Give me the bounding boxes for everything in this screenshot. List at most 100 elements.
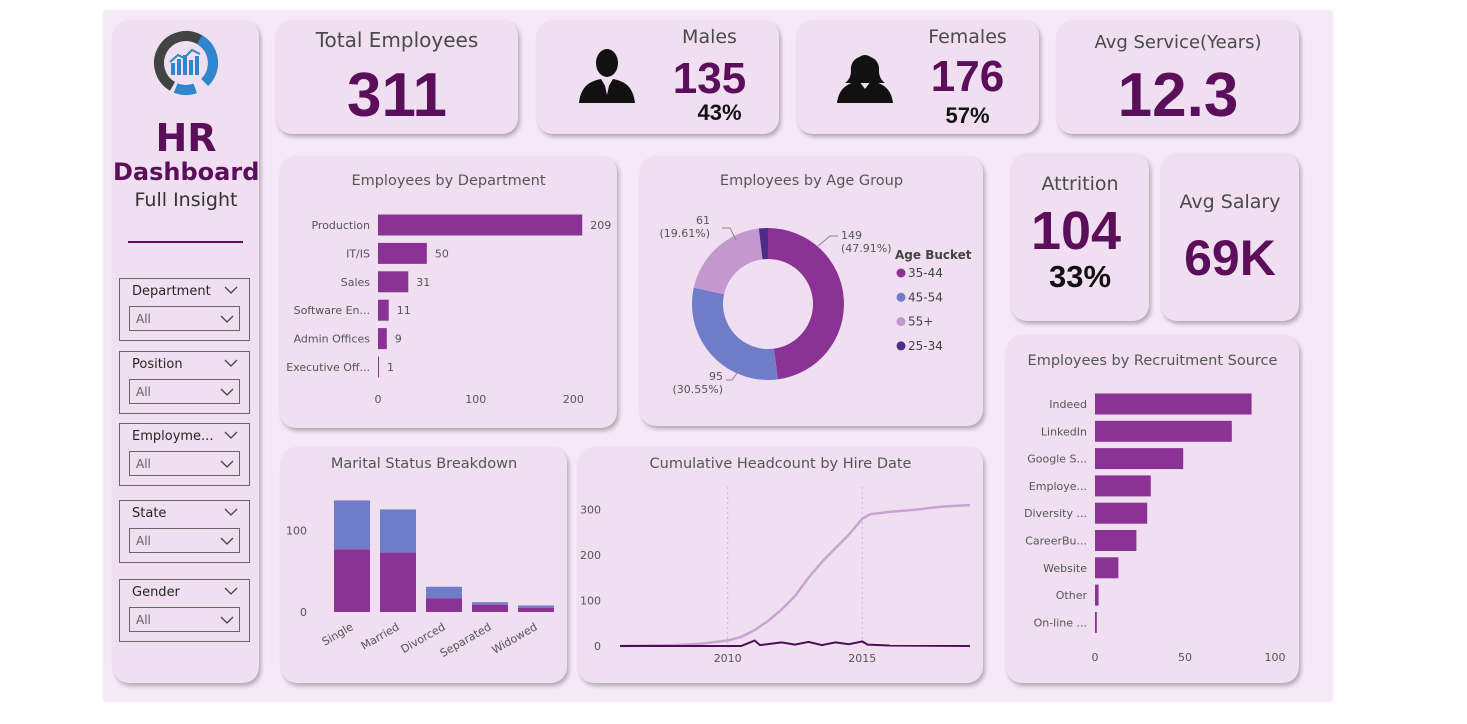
dropdown-value: All: [136, 385, 151, 399]
data-label: 50: [435, 247, 449, 260]
dropdown-value: All: [136, 457, 151, 471]
legend-label: 25-34: [908, 339, 943, 353]
state-dropdown[interactable]: All: [129, 528, 240, 553]
y-tick-label: 0: [594, 640, 601, 653]
slicer-label: Position: [132, 357, 183, 372]
legend-label: 45-54: [908, 290, 943, 304]
department-slicer[interactable]: Department All: [119, 278, 250, 341]
data-label: 11: [397, 304, 411, 317]
x-tick-label: 200: [563, 393, 584, 406]
series-line: [620, 639, 971, 647]
employment-dropdown[interactable]: All: [129, 451, 240, 476]
category-label: Sales: [341, 276, 371, 289]
position-slicer[interactable]: Position All: [119, 351, 250, 414]
data-label: 31: [416, 276, 430, 289]
chevron-down-icon: [220, 616, 234, 624]
chevron-down-icon[interactable]: [224, 507, 238, 517]
data-label: 1: [387, 361, 394, 374]
department-chart-card: Employees by Department Production 209 IT/…: [280, 156, 617, 428]
kpi-value: 69K: [1184, 230, 1276, 286]
data-label: 61: [696, 214, 710, 227]
bar-segment: [380, 509, 416, 553]
bar: [378, 328, 387, 350]
category-label: LinkedIn: [1041, 425, 1087, 438]
x-tick-label: 0: [1092, 651, 1099, 664]
slicer-label: Employme...: [132, 429, 214, 444]
bar-segment: [518, 607, 554, 612]
donut-slice: [768, 228, 845, 380]
recruitment-chart-card: Employees by Recruitment Source Indeed Li…: [1006, 335, 1299, 683]
x-tick-label: 2015: [848, 652, 876, 665]
category-label: Production: [311, 219, 370, 232]
kpi-label: Avg Service(Years): [1094, 32, 1262, 53]
avg-salary-card: Avg Salary 69K: [1161, 153, 1299, 321]
kpi-label: Females: [928, 26, 1007, 48]
kpi-percent: 43%: [697, 100, 742, 125]
x-tick-label: 100: [1265, 651, 1286, 664]
department-dropdown[interactable]: All: [129, 306, 240, 331]
x-tick-label: 100: [465, 393, 486, 406]
category-label: Single: [320, 620, 356, 648]
dashboard-title: HR: [155, 116, 217, 160]
kpi-label: Avg Salary: [1179, 191, 1281, 213]
dashboard-subtitle: Dashboard: [113, 158, 260, 186]
bar: [1095, 502, 1148, 524]
gender-dropdown[interactable]: All: [129, 607, 240, 632]
recruitment-bar-chart: Indeed LinkedIn Google S... Employe... Diver…: [1024, 393, 1286, 664]
kpi-value: 135: [672, 54, 747, 103]
age-donut-chart: 149(47.91%) 95(30.55%) 61(19.61%) Age Bucke…: [659, 214, 971, 396]
state-slicer[interactable]: State All: [119, 500, 250, 563]
leader-line: [817, 235, 838, 247]
chevron-down-icon[interactable]: [224, 358, 238, 368]
y-tick-label: 200: [580, 549, 601, 562]
marital-stacked-bar-chart: 0100Single MarriedDivorcedSeparatedWidowe…: [286, 500, 554, 660]
chevron-down-icon[interactable]: [224, 285, 238, 295]
bar: [1095, 420, 1232, 442]
slicer-label: Gender: [132, 585, 180, 600]
bar: [1095, 611, 1097, 633]
chevron-down-icon[interactable]: [224, 430, 238, 440]
category-label: Other: [1056, 589, 1088, 602]
legend-marker: [896, 292, 906, 302]
data-label: (30.55%): [672, 383, 723, 396]
total-employees-card: Total Employees 311: [276, 20, 518, 134]
position-dropdown[interactable]: All: [129, 379, 240, 404]
category-label: On-line ...: [1034, 616, 1087, 629]
kpi-label: Attrition: [1041, 173, 1119, 195]
employment-slicer[interactable]: Employme... All: [119, 423, 250, 486]
donut-slice: [692, 287, 778, 380]
slicer-label: Department: [132, 284, 211, 299]
gender-slicer[interactable]: Gender All: [119, 579, 250, 642]
bar: [1095, 448, 1184, 470]
sidebar-divider: [128, 241, 243, 243]
data-label: (47.91%): [841, 242, 892, 255]
y-tick-label: 100: [580, 595, 601, 608]
category-label: Separated: [438, 620, 494, 660]
kpi-value: 104: [1030, 201, 1122, 261]
category-label: Executive Off...: [286, 361, 370, 374]
kpi-label: Males: [682, 26, 737, 48]
category-label: Widowed: [490, 620, 540, 656]
category-label: Admin Offices: [294, 333, 371, 346]
headcount-chart-card: Cumulative Headcount by Hire Date 2010 20…: [578, 447, 983, 683]
category-label: IT/IS: [346, 247, 370, 260]
chevron-down-icon: [220, 388, 234, 396]
kpi-label: Total Employees: [315, 28, 479, 52]
chevron-down-icon[interactable]: [224, 586, 238, 596]
data-label: 209: [590, 219, 611, 232]
dropdown-value: All: [136, 534, 151, 548]
y-tick-label: 100: [286, 525, 307, 538]
female-person-icon: [837, 55, 893, 103]
legend-label: 55+: [908, 315, 933, 329]
bar: [1095, 393, 1252, 415]
bar-segment: [426, 586, 462, 599]
dropdown-value: All: [136, 312, 151, 326]
data-label: 95: [709, 370, 723, 383]
attrition-card: Attrition 104 33%: [1011, 153, 1149, 321]
legend-label: 35-44: [908, 266, 943, 280]
bar-segment: [334, 549, 370, 612]
male-person-icon: [579, 49, 635, 103]
avg-service-card: Avg Service(Years) 12.3: [1057, 20, 1299, 134]
bar: [378, 356, 379, 378]
category-label: Employe...: [1029, 480, 1087, 493]
